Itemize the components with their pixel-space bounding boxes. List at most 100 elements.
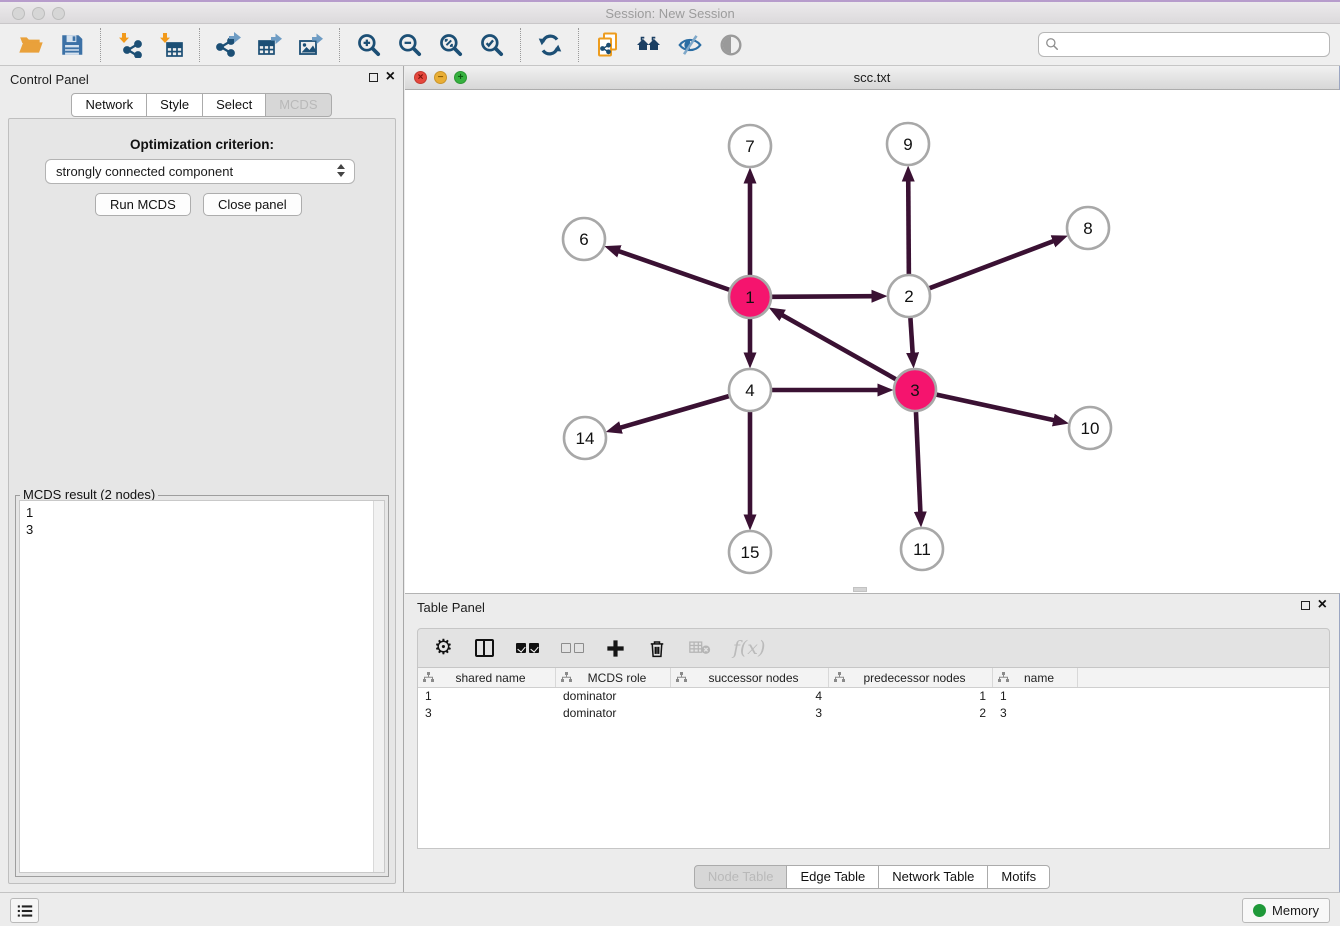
gear-icon[interactable]: ⚙	[434, 638, 453, 658]
edge-1-6[interactable]	[618, 251, 729, 290]
tab-network-table[interactable]: Network Table	[879, 865, 988, 889]
tab-node-table[interactable]: Node Table	[694, 865, 788, 889]
tab-style[interactable]: Style	[147, 93, 203, 117]
result-scrollbar[interactable]	[373, 501, 384, 872]
export-table-icon[interactable]	[256, 31, 283, 58]
run-mcds-button[interactable]: Run MCDS	[95, 193, 191, 216]
show-details-icon[interactable]	[717, 31, 744, 58]
memory-button[interactable]: Memory	[1242, 898, 1330, 923]
node-label-11: 11	[913, 540, 931, 559]
window-title: Session: New Session	[0, 6, 1340, 21]
open-file-icon[interactable]	[17, 31, 44, 58]
refresh-icon[interactable]	[536, 31, 563, 58]
node-table[interactable]: shared name MCDS role successor nodesprede…	[417, 668, 1330, 849]
zoom-selected-icon[interactable]	[478, 31, 505, 58]
clone-network-icon[interactable]	[594, 31, 621, 58]
table-row[interactable]: 3dominator323	[418, 705, 1329, 722]
table-cell[interactable]: 2	[829, 705, 993, 722]
function-builder-icon: f(x)	[733, 637, 766, 659]
zoom-out-icon[interactable]	[396, 31, 423, 58]
toolbar-separator	[520, 28, 521, 62]
float-panel-icon[interactable]	[369, 73, 378, 82]
table-cell[interactable]: 1	[993, 688, 1078, 705]
task-history-button[interactable]	[10, 898, 39, 923]
deselect-all-icon[interactable]	[561, 643, 584, 653]
search-input[interactable]	[1038, 32, 1330, 57]
delete-icon[interactable]	[647, 638, 667, 659]
application-window: Session: New Session	[0, 0, 1340, 926]
dropdown-stepper-icon	[337, 164, 345, 177]
column-label: name	[1009, 671, 1077, 685]
node-label-4: 4	[745, 381, 754, 400]
network-canvas[interactable]: 7968124314101511	[405, 90, 1340, 593]
column-header-name[interactable]: name	[993, 668, 1078, 687]
tab-mcds[interactable]: MCDS	[266, 93, 331, 117]
criterion-dropdown-value: strongly connected component	[56, 164, 233, 179]
edge-1-2[interactable]	[772, 296, 873, 297]
table-tabbar: Node TableEdge TableNetwork TableMotifs	[405, 865, 1339, 889]
column-label: successor nodes	[687, 671, 828, 685]
table-cell[interactable]: 1	[829, 688, 993, 705]
table-cell[interactable]: 1	[418, 688, 556, 705]
edge-2-3[interactable]	[910, 318, 912, 354]
table-body: 1dominator4113dominator323	[418, 688, 1329, 722]
network-graph: 7968124314101511	[405, 90, 1340, 593]
attribute-type-icon	[423, 672, 434, 683]
close-panel-icon[interactable]: ×	[386, 71, 395, 83]
table-cell[interactable]: 4	[671, 688, 829, 705]
import-network-icon[interactable]	[116, 31, 143, 58]
column-header-MCDS-role[interactable]: MCDS role	[556, 668, 671, 687]
table-cell[interactable]: 3	[418, 705, 556, 722]
tab-network[interactable]: Network	[71, 93, 147, 117]
table-row[interactable]: 1dominator411	[418, 688, 1329, 705]
table-cell[interactable]: 3	[671, 705, 829, 722]
close-table-panel-icon[interactable]: ×	[1318, 599, 1327, 611]
column-header-successor-nodes[interactable]: successor nodes	[671, 668, 829, 687]
column-label: MCDS role	[572, 671, 670, 685]
column-header-shared-name[interactable]: shared name	[418, 668, 556, 687]
table-cell[interactable]: dominator	[556, 705, 671, 722]
edge-2-8[interactable]	[930, 241, 1055, 288]
network-titlebar[interactable]: × − + scc.txt	[405, 66, 1339, 90]
criterion-dropdown[interactable]: strongly connected component	[45, 159, 355, 184]
table-panel-header: Table Panel ×	[405, 594, 1339, 621]
zoom-in-icon[interactable]	[355, 31, 382, 58]
toolbar-separator	[578, 28, 579, 62]
zoom-fit-icon[interactable]	[437, 31, 464, 58]
table-cell[interactable]: 3	[993, 705, 1078, 722]
node-label-15: 15	[741, 543, 760, 562]
import-table-icon[interactable]	[157, 31, 184, 58]
hide-details-icon[interactable]	[676, 31, 703, 58]
cyndex-icon[interactable]	[635, 31, 662, 58]
attribute-type-icon	[834, 672, 845, 683]
select-all-icon[interactable]	[516, 643, 539, 653]
edge-3-10[interactable]	[936, 395, 1054, 421]
canvas-grip[interactable]	[853, 587, 867, 592]
tab-edge-table[interactable]: Edge Table	[787, 865, 879, 889]
toolbar-separator	[339, 28, 340, 62]
edge-3-11[interactable]	[916, 412, 920, 513]
edge-3-1[interactable]	[781, 315, 895, 380]
export-network-icon[interactable]	[215, 31, 242, 58]
control-panel: Control Panel × NetworkStyleSelectMCDS O…	[0, 66, 404, 892]
add-icon[interactable]	[606, 639, 625, 658]
edge-4-14[interactable]	[620, 396, 729, 428]
tab-motifs[interactable]: Motifs	[988, 865, 1050, 889]
control-panel-header: Control Panel ×	[0, 66, 403, 93]
save-session-icon[interactable]	[58, 31, 85, 58]
node-label-8: 8	[1083, 219, 1092, 238]
main-titlebar: Session: New Session	[0, 2, 1340, 24]
export-image-icon[interactable]	[297, 31, 324, 58]
tab-select[interactable]: Select	[203, 93, 266, 117]
close-panel-button[interactable]: Close panel	[203, 193, 302, 216]
columns-icon[interactable]	[475, 639, 494, 657]
float-table-panel-icon[interactable]	[1301, 601, 1310, 610]
delete-table-icon	[689, 640, 711, 656]
edge-2-9[interactable]	[908, 180, 909, 274]
node-label-6: 6	[579, 230, 588, 249]
toolbar-separator	[199, 28, 200, 62]
table-cell[interactable]: dominator	[556, 688, 671, 705]
mcds-result-box[interactable]: 1 3	[19, 500, 385, 873]
column-header-predecessor-nodes[interactable]: predecessor nodes	[829, 668, 993, 687]
mcds-panel: Optimization criterion: strongly connect…	[8, 118, 396, 884]
